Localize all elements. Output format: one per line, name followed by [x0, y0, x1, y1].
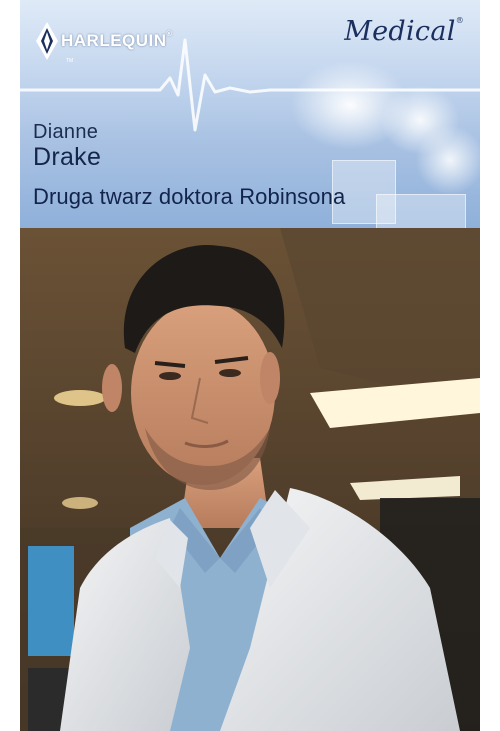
- monitor-screen: [28, 546, 74, 656]
- series-registered-mark: ®: [455, 16, 464, 25]
- harlequin-diamond-icon: [36, 22, 58, 60]
- book-cover: HARLEQUIN® TM Medical® Dianne Drake Drug…: [20, 0, 480, 731]
- series-name: Medical®: [344, 16, 464, 47]
- author-last-name: Drake: [33, 143, 102, 171]
- cover-photo: [20, 228, 480, 731]
- ceiling-light: [62, 497, 98, 509]
- cover-banner: HARLEQUIN® TM Medical® Dianne Drake Drug…: [20, 0, 480, 228]
- book-title: Druga twarz doktora Robinsona: [33, 184, 346, 209]
- author-first-name: Dianne: [33, 121, 99, 143]
- doctor-illustration: [20, 228, 480, 731]
- publisher-name-text: HARLEQUIN: [61, 31, 167, 50]
- harlequin-logo: HARLEQUIN® TM: [36, 22, 172, 64]
- registered-mark: ®: [166, 31, 173, 38]
- ceiling-light: [54, 390, 106, 406]
- decorative-square: [376, 194, 466, 228]
- series-name-text: Medical: [344, 16, 456, 47]
- trademark-mark: TM: [66, 58, 74, 64]
- publisher-name: HARLEQUIN®: [61, 31, 172, 51]
